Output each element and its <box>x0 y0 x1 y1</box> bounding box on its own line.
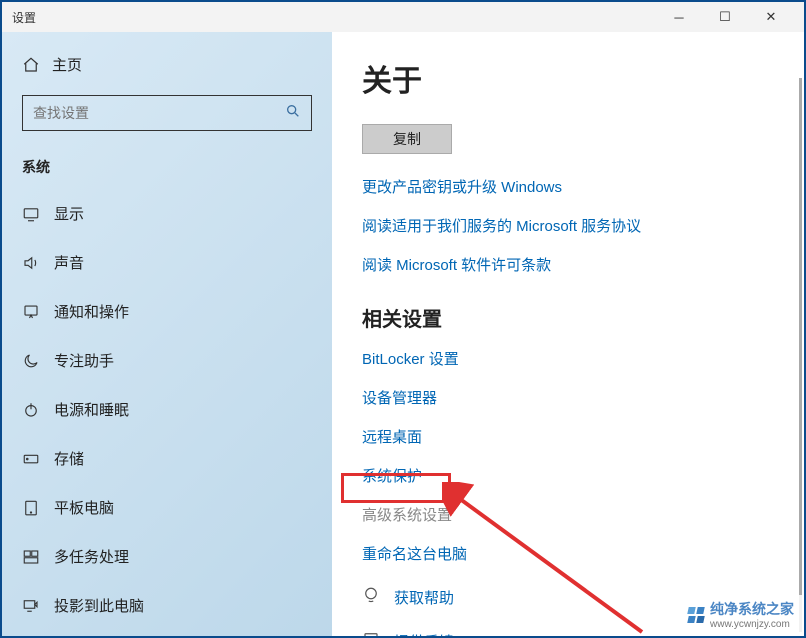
power-icon <box>22 401 40 419</box>
minimize-button[interactable]: ─ <box>656 2 702 32</box>
sidebar-item-sound[interactable]: 声音 <box>2 238 332 287</box>
display-icon <box>22 205 40 223</box>
feedback-label: 提供反馈 <box>394 631 454 637</box>
sidebar-item-label: 多任务处理 <box>54 546 129 567</box>
sidebar-item-focus[interactable]: 专注助手 <box>2 336 332 385</box>
sidebar-item-label: 投影到此电脑 <box>54 595 144 616</box>
maximize-button[interactable]: ☐ <box>702 2 748 32</box>
page-title: 关于 <box>362 56 774 100</box>
get-help-label: 获取帮助 <box>394 587 454 608</box>
tablet-icon <box>22 499 40 517</box>
group-title: 系统 <box>2 151 332 189</box>
sidebar-item-display[interactable]: 显示 <box>2 189 332 238</box>
sidebar-item-project[interactable]: 投影到此电脑 <box>2 581 332 630</box>
sidebar-item-label: 平板电脑 <box>54 497 114 518</box>
sidebar-item-notifications[interactable]: 通知和操作 <box>2 287 332 336</box>
window-title: 设置 <box>12 9 656 26</box>
link-remote-desktop[interactable]: 远程桌面 <box>362 426 774 447</box>
storage-icon <box>22 450 40 468</box>
sidebar-item-label: 电源和睡眠 <box>54 399 129 420</box>
copy-button[interactable]: 复制 <box>362 124 452 154</box>
sidebar-item-storage[interactable]: 存储 <box>2 434 332 483</box>
link-change-key[interactable]: 更改产品密钥或升级 Windows <box>362 176 774 197</box>
search-box[interactable] <box>22 95 312 131</box>
sidebar-item-label: 声音 <box>54 252 84 273</box>
project-icon <box>22 597 40 615</box>
sidebar-item-label: 显示 <box>54 203 84 224</box>
titlebar: 设置 ─ ☐ ✕ <box>2 2 804 32</box>
get-help[interactable]: 获取帮助 <box>362 586 774 608</box>
content: 关于 复制 更改产品密钥或升级 Windows 阅读适用于我们服务的 Micro… <box>332 32 804 636</box>
link-system-protection[interactable]: 系统保护 <box>362 465 774 486</box>
search-input[interactable] <box>33 105 285 121</box>
sidebar: 主页 系统 显示 声音 通知和操作 <box>2 32 332 636</box>
feedback[interactable]: 提供反馈 <box>362 630 774 636</box>
close-button[interactable]: ✕ <box>748 2 794 32</box>
home-link[interactable]: 主页 <box>2 46 332 83</box>
feedback-icon <box>362 630 380 636</box>
scrollbar[interactable] <box>799 78 802 632</box>
sidebar-item-multitask[interactable]: 多任务处理 <box>2 532 332 581</box>
notification-icon <box>22 303 40 321</box>
sidebar-item-label: 通知和操作 <box>54 301 129 322</box>
link-service-agreement[interactable]: 阅读适用于我们服务的 Microsoft 服务协议 <box>362 215 774 236</box>
related-title: 相关设置 <box>362 303 774 332</box>
link-advanced-system[interactable]: 高级系统设置 <box>362 504 774 525</box>
home-label: 主页 <box>52 54 82 75</box>
moon-icon <box>22 352 40 370</box>
sidebar-item-tablet[interactable]: 平板电脑 <box>2 483 332 532</box>
search-icon <box>285 103 301 124</box>
sidebar-item-label: 存储 <box>54 448 84 469</box>
link-device-manager[interactable]: 设备管理器 <box>362 387 774 408</box>
sidebar-item-power[interactable]: 电源和睡眠 <box>2 385 332 434</box>
home-icon <box>22 56 40 74</box>
link-rename-pc[interactable]: 重命名这台电脑 <box>362 543 774 564</box>
sidebar-item-label: 专注助手 <box>54 350 114 371</box>
multitask-icon <box>22 548 40 566</box>
link-license[interactable]: 阅读 Microsoft 软件许可条款 <box>362 254 774 275</box>
link-bitlocker[interactable]: BitLocker 设置 <box>362 348 774 369</box>
sound-icon <box>22 254 40 272</box>
help-icon <box>362 586 380 608</box>
